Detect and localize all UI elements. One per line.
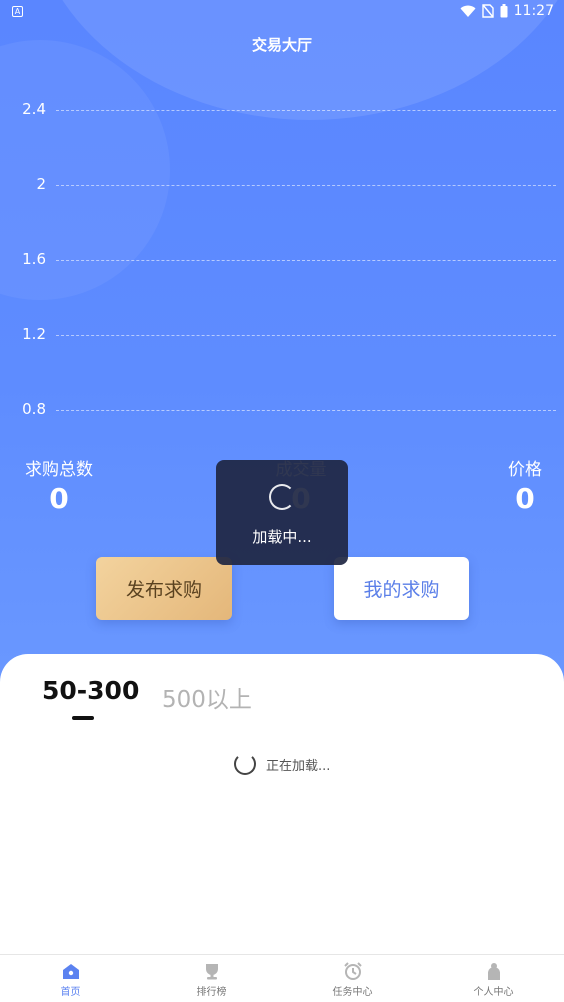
person-icon [487,963,500,980]
tabbar-label: 任务中心 [332,987,373,998]
bottom-tab-bar: 首页 排行榜 任务中心 个人中心 [0,954,564,1002]
list-loading: 正在加载... [234,753,330,775]
trophy-icon [205,964,218,980]
stat-label: 价格 [508,460,542,480]
tabbar-label: 首页 [60,987,81,998]
tabbar-label: 排行榜 [196,987,227,998]
stat-value: 0 [49,482,69,515]
hero-panel: A 11:27 交易大厅 2.4 2 1.6 1.2 0.8 求购总数 0 成交… [0,0,564,690]
battery-icon [500,4,508,18]
notification-icon: A [12,6,23,17]
tab-50-300[interactable]: 50-300 [42,676,139,705]
status-bar: A 11:27 [0,0,564,24]
clock: 11:27 [513,3,554,19]
tabbar-item-home[interactable]: 首页 [0,955,141,1002]
spinner-icon [269,484,295,510]
home-icon [62,964,79,979]
chart-gridline: 1.6 [0,250,564,270]
chart-gridline: 1.2 [0,325,564,345]
tabbar-item-profile[interactable]: 个人中心 [423,955,564,1002]
chart-gridline: 2.4 [0,100,564,120]
stat-value: 0 [515,482,535,515]
loading-text: 正在加载... [266,758,331,774]
y-tick-label: 1.2 [22,325,46,343]
tabbar-label: 个人中心 [473,987,514,998]
my-requests-button[interactable]: 我的求购 [334,557,469,620]
y-tick-label: 2 [36,175,46,193]
loading-toast: 加载中... [216,460,348,565]
y-tick-label: 1.6 [22,250,46,268]
y-tick-label: 2.4 [22,100,46,118]
page-title: 交易大厅 [251,36,312,54]
chart-gridline: 2 [0,175,564,195]
stat-label: 求购总数 [25,460,93,480]
toast-text: 加载中... [252,528,312,546]
no-sim-icon [481,4,494,18]
tab-500-plus[interactable]: 500以上 [162,680,252,714]
stat-price: 价格 0 [500,455,550,515]
y-tick-label: 0.8 [22,400,46,418]
spinner-icon [234,753,256,775]
tab-indicator [72,716,94,720]
chart-gridline: 0.8 [0,400,564,420]
publish-request-button[interactable]: 发布求购 [96,557,232,620]
tabbar-item-ranking[interactable]: 排行榜 [141,955,282,1002]
tabbar-item-tasks[interactable]: 任务中心 [282,955,423,1002]
wifi-icon [460,5,476,17]
stat-total-requests: 求购总数 0 [20,455,98,515]
alarm-clock-icon [343,962,362,980]
